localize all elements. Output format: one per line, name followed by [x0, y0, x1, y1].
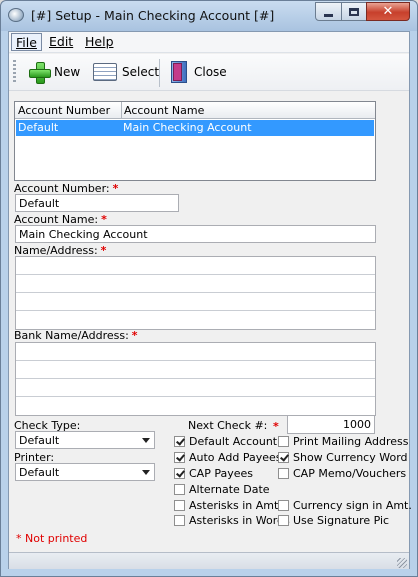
chevron-down-icon [142, 470, 150, 475]
menu-file[interactable]: File [11, 33, 42, 51]
checkbox-checked-icon [174, 451, 185, 463]
next-check-field[interactable]: 1000 [287, 415, 375, 434]
close-button[interactable]: Close [169, 58, 227, 86]
door-exit-icon [169, 61, 189, 83]
bank-name-address-label: Bank Name/Address: * [14, 329, 138, 342]
currency-sign-in-amt-checkbox[interactable]: Currency sign in Amt. [278, 498, 412, 512]
checkbox-unchecked-icon [278, 435, 289, 447]
asterisks-in-amt-checkbox[interactable]: Asterisks in Amt. [174, 498, 282, 512]
list-icon [93, 63, 117, 81]
checkbox-unchecked-icon [278, 499, 289, 511]
maximize-icon [349, 7, 359, 16]
maximize-button[interactable] [341, 2, 367, 21]
checkbox-unchecked-icon [174, 514, 185, 526]
cap-memo-vouchers-checkbox[interactable]: CAP Memo/Vouchers [278, 466, 406, 480]
asterisks-in-words-checkbox[interactable]: Asterisks in Words [174, 513, 290, 527]
chevron-down-icon [142, 438, 150, 443]
print-mailing-address-checkbox[interactable]: Print Mailing Address [278, 434, 408, 448]
select-button[interactable]: Select [93, 58, 159, 86]
row-account-number: Default [18, 121, 59, 134]
toolbar-separator [159, 59, 160, 87]
checkbox-checked-icon [174, 435, 185, 447]
not-printed-note: * Not printed [16, 532, 88, 545]
account-name-field[interactable] [15, 225, 376, 243]
new-label: New [54, 65, 81, 79]
default-account-checkbox[interactable]: Default Account [174, 434, 277, 448]
app-icon[interactable] [8, 8, 24, 22]
toolbar: New Select Close [9, 54, 409, 91]
checkbox-checked-icon [174, 467, 185, 479]
cap-payees-checkbox[interactable]: CAP Payees [174, 466, 253, 480]
toolbar-grip[interactable] [13, 60, 16, 84]
column-account-name[interactable]: Account Name [121, 102, 204, 119]
setup-window: [#] Setup - Main Checking Account [#] ✕ … [0, 0, 418, 577]
checkbox-unchecked-icon [278, 514, 289, 526]
minimize-button[interactable] [315, 2, 342, 21]
column-account-number[interactable]: Account Number [18, 104, 110, 117]
status-bar [9, 552, 409, 569]
table-row[interactable]: Default Main Checking Account [16, 120, 374, 136]
close-label: Close [194, 65, 227, 79]
minimize-icon [324, 13, 333, 17]
accounts-list-header: Account Number Account Name [15, 102, 375, 119]
name-address-field[interactable] [15, 256, 376, 330]
show-currency-word-checkbox[interactable]: Show Currency Word [278, 450, 408, 464]
checkbox-unchecked-icon [278, 467, 289, 479]
check-type-select[interactable]: Default [15, 431, 155, 449]
row-account-name: Main Checking Account [123, 121, 252, 134]
required-marker: * [131, 329, 138, 342]
checkbox-unchecked-icon [174, 483, 185, 495]
accounts-list[interactable]: Account Number Account Name Default Main… [14, 101, 376, 181]
checkbox-checked-icon [278, 451, 289, 463]
next-check-label: Next Check #: [188, 419, 268, 432]
check-type-value: Default [19, 434, 60, 447]
auto-add-payees-checkbox[interactable]: Auto Add Payees [174, 450, 282, 464]
printer-value: Default [19, 466, 60, 479]
alternate-date-checkbox[interactable]: Alternate Date [174, 482, 270, 496]
window-title: [#] Setup - Main Checking Account [#] [31, 8, 275, 23]
close-icon: ✕ [382, 4, 394, 19]
title-bar[interactable]: [#] Setup - Main Checking Account [#] ✕ [1, 1, 417, 31]
use-signature-pic-checkbox[interactable]: Use Signature Pic [278, 513, 389, 527]
menu-edit[interactable]: Edit [45, 33, 77, 51]
window-close-button[interactable]: ✕ [366, 2, 410, 21]
bank-name-address-field[interactable] [15, 342, 376, 416]
select-label: Select [122, 65, 160, 79]
printer-select[interactable]: Default [15, 463, 155, 481]
new-button[interactable]: New [29, 58, 80, 86]
client-area: File Edit Help New Select Close Account … [8, 31, 412, 569]
resize-grip-icon[interactable] [397, 558, 407, 568]
account-number-field[interactable] [15, 194, 179, 212]
menu-help[interactable]: Help [81, 33, 118, 51]
menu-bar: File Edit Help [9, 32, 409, 53]
required-marker: * [273, 420, 279, 433]
checkbox-unchecked-icon [174, 499, 185, 511]
plus-icon [29, 62, 51, 84]
